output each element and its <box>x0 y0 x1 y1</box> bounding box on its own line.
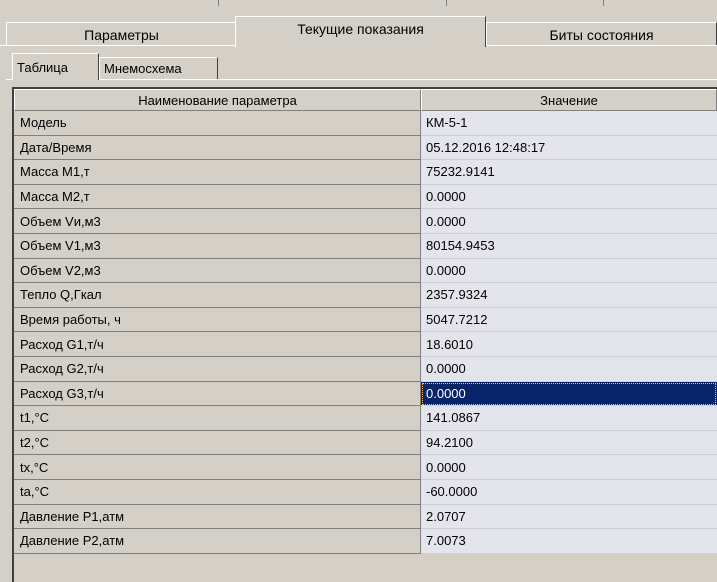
table-row[interactable]: Дата/Время 05.12.2016 12:48:17 <box>14 135 717 161</box>
parameter-name-cell: Модель <box>14 111 421 136</box>
table-row[interactable]: Модель КМ-5-1 <box>14 111 717 136</box>
parameter-name-cell: Объем V1,м3 <box>14 233 421 259</box>
parameter-value-cell[interactable]: 2357.9324 <box>421 283 717 308</box>
parameter-value-cell[interactable]: -60.0000 <box>421 479 717 505</box>
tab-label: Таблица <box>17 59 68 75</box>
tab-label: Текущие показания <box>297 21 424 37</box>
table-row[interactable]: Расход G2,т/ч 0.0000 <box>14 356 717 382</box>
table-row[interactable]: Объем V2,м3 0.0000 <box>14 258 717 284</box>
parameter-name-cell: Объем Vи,м3 <box>14 209 421 234</box>
table-row[interactable]: tx,°C 0.0000 <box>14 455 717 480</box>
parameter-name-cell: t2,°C <box>14 430 421 456</box>
table-row[interactable]: Масса М1,т 75232.9141 <box>14 160 717 185</box>
tab-mnemonic-diagram[interactable]: Мнемосхема <box>99 57 218 79</box>
parameter-value-cell[interactable]: 80154.9453 <box>421 233 717 259</box>
parameter-value-cell[interactable]: 05.12.2016 12:48:17 <box>421 135 717 161</box>
edge-mark <box>218 0 219 6</box>
parameter-name-cell: Дата/Время <box>14 135 421 161</box>
edge-mark <box>603 0 604 6</box>
tab-label: Биты состояния <box>549 26 654 43</box>
table-row[interactable]: Объем V1,м3 80154.9453 <box>14 233 717 259</box>
parameters-grid[interactable]: Наименование параметра Значение Модель КМ… <box>12 87 717 582</box>
parameter-name-cell: Давление P1,атм <box>14 504 421 530</box>
edge-mark <box>446 0 447 6</box>
table-row[interactable]: Время работы, ч 5047.7212 <box>14 307 717 333</box>
parameter-name-cell: Масса М2,т <box>14 184 421 210</box>
parameter-value-cell[interactable]: 0.0000 <box>421 356 717 382</box>
grid-header: Наименование параметра Значение <box>14 89 717 111</box>
parameter-value-cell[interactable]: 0.0000 <box>421 455 717 480</box>
parameter-name-cell: Расход G3,т/ч <box>14 381 421 407</box>
column-header-label: Значение <box>540 92 598 108</box>
table-row[interactable]: Объем Vи,м3 0.0000 <box>14 209 717 234</box>
column-header-parameter-name[interactable]: Наименование параметра <box>14 89 421 111</box>
table-row[interactable]: Масса М2,т 0.0000 <box>14 184 717 210</box>
parameter-value-cell[interactable]: 75232.9141 <box>421 160 717 185</box>
tab-current-readings[interactable]: Текущие показания <box>235 16 486 47</box>
grid-body: Модель КМ-5-1 Дата/Время 05.12.2016 12:48:1… <box>14 111 717 554</box>
parameter-value-cell[interactable]: 141.0867 <box>421 406 717 431</box>
parameter-value-cell[interactable]: КМ-5-1 <box>421 111 717 136</box>
parameter-name-cell: Расход G1,т/ч <box>14 332 421 357</box>
inner-tab-divider <box>6 79 717 80</box>
parameter-name-cell: Тепло Q,Гкал <box>14 283 421 308</box>
column-header-label: Наименование параметра <box>138 92 297 108</box>
parameter-value-cell[interactable]: 0.0000 <box>421 381 717 407</box>
parameter-name-cell: Давление P2,атм <box>14 529 421 554</box>
table-row[interactable]: Давление P2,атм 7.0073 <box>14 529 717 554</box>
tab-status-bits[interactable]: Биты состояния <box>486 22 717 46</box>
parameter-value-cell[interactable]: 18.6010 <box>421 332 717 357</box>
parameter-name-cell: Объем V2,м3 <box>14 258 421 284</box>
main-tab-bar: Параметры Текущие показания Биты состоян… <box>6 16 717 47</box>
parameter-name-cell: Расход G2,т/ч <box>14 356 421 382</box>
table-row[interactable]: Тепло Q,Гкал 2357.9324 <box>14 283 717 308</box>
tab-label: Параметры <box>84 26 159 43</box>
parameter-name-cell: t1,°C <box>14 406 421 431</box>
column-header-value[interactable]: Значение <box>421 89 717 111</box>
parameter-name-cell: tx,°C <box>14 455 421 480</box>
parameter-name-cell: Масса М1,т <box>14 160 421 185</box>
tab-parameters[interactable]: Параметры <box>6 22 237 46</box>
parameter-value-cell[interactable]: 5047.7212 <box>421 307 717 333</box>
table-row[interactable]: t1,°C 141.0867 <box>14 406 717 431</box>
parameter-name-cell: Время работы, ч <box>14 307 421 333</box>
table-row[interactable]: ta,°C -60.0000 <box>14 479 717 505</box>
table-row[interactable]: Расход G1,т/ч 18.6010 <box>14 332 717 357</box>
tab-table[interactable]: Таблица <box>12 53 99 80</box>
parameter-value-cell[interactable]: 0.0000 <box>421 184 717 210</box>
parameter-value-cell[interactable]: 7.0073 <box>421 529 717 554</box>
tab-label: Мнемосхема <box>104 61 182 76</box>
table-row[interactable]: t2,°C 94.2100 <box>14 430 717 456</box>
parameter-value-cell[interactable]: 2.0707 <box>421 504 717 530</box>
parameter-value-cell[interactable]: 0.0000 <box>421 209 717 234</box>
parameter-value-cell[interactable]: 0.0000 <box>421 258 717 284</box>
table-row[interactable]: Расход G3,т/ч 0.0000 <box>14 381 717 407</box>
parameter-name-cell: ta,°C <box>14 479 421 505</box>
parameter-value-cell[interactable]: 94.2100 <box>421 430 717 456</box>
table-row[interactable]: Давление P1,атм 2.0707 <box>14 504 717 530</box>
upper-panel-edge <box>0 0 717 10</box>
